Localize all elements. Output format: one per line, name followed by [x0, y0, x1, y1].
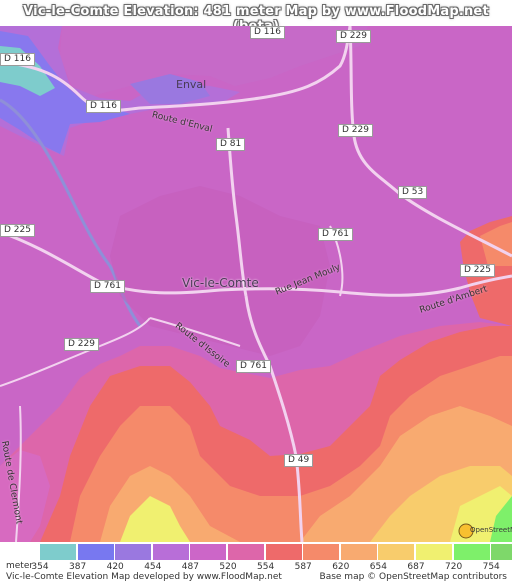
road-label-d229-top: D 229 — [336, 30, 371, 43]
road-label-d761-north: D 761 — [318, 228, 353, 241]
map-page: { "title": "Vic-le-Comte Elevation: 481 … — [0, 0, 512, 582]
legend-tick-label: 487 — [181, 562, 199, 572]
legend-tick-label: 554 — [257, 562, 275, 572]
legend-swatch — [340, 544, 377, 560]
legend-swatch — [40, 544, 76, 560]
road-label-d81: D 81 — [216, 138, 246, 151]
road-label-d761-south: D 761 — [236, 360, 271, 373]
legend-swatch — [77, 544, 114, 560]
legend-swatch — [491, 544, 512, 560]
legend-tick-label: 754 — [482, 562, 500, 572]
road-label-d53: D 53 — [398, 186, 428, 199]
road-label-d116-enval: D 116 — [86, 100, 121, 113]
legend-tick-label: 387 — [69, 562, 87, 572]
legend-swatch — [152, 544, 189, 560]
road-label-d229-mid: D 229 — [338, 124, 373, 137]
footer-credit: Vic-le-Comte Elevation Map developed by … — [6, 572, 282, 582]
legend-tick-label: 654 — [369, 562, 387, 572]
village-label-enval: Enval — [176, 78, 207, 91]
legend-tick-label: 687 — [407, 562, 425, 572]
legend-tick-label: 420 — [106, 562, 124, 572]
legend-tick-label: 720 — [445, 562, 463, 572]
legend-swatch — [453, 544, 490, 560]
legend-swatch — [416, 544, 452, 560]
legend-swatch — [228, 544, 264, 560]
title-bar: Vic-le-Comte Elevation: 481 meter Map by… — [0, 0, 512, 34]
road-label-d225-east: D 225 — [460, 264, 495, 277]
road-label-d116-west: D 116 — [0, 53, 35, 66]
road-label-d761-west: D 761 — [90, 280, 125, 293]
town-label-vic-le-comte: Vic-le-Comte — [182, 276, 259, 290]
elevation-map[interactable]: D 116 D 116 D 116 D 229 D 229 D 81 D 53 … — [0, 26, 512, 542]
legend-swatch — [115, 544, 152, 560]
road-label-d116-top: D 116 — [250, 26, 285, 39]
legend-swatch — [265, 544, 302, 560]
legend-tick-label: 620 — [332, 562, 350, 572]
legend-tick-label: 454 — [144, 562, 162, 572]
legend-swatch — [190, 544, 227, 560]
footer-attribution: Base map © OpenStreetMap contributors — [319, 572, 507, 582]
legend-tick-label: 520 — [219, 562, 237, 572]
elevation-legend: meter 354 387 420 454 487 520 554 587 620 654 687 7… — [0, 542, 512, 582]
road-label-d229-west: D 229 — [64, 338, 99, 351]
road-label-d49: D 49 — [284, 454, 314, 467]
road-label-d225-west: D 225 — [0, 224, 35, 237]
osm-mark-label: OpenStreetMap — [470, 526, 512, 534]
legend-tick-label: 587 — [294, 562, 312, 572]
legend-tick-label: 354 — [31, 562, 49, 572]
legend-unit: meter — [6, 561, 34, 571]
legend-swatch — [378, 544, 415, 560]
legend-swatch — [303, 544, 340, 560]
